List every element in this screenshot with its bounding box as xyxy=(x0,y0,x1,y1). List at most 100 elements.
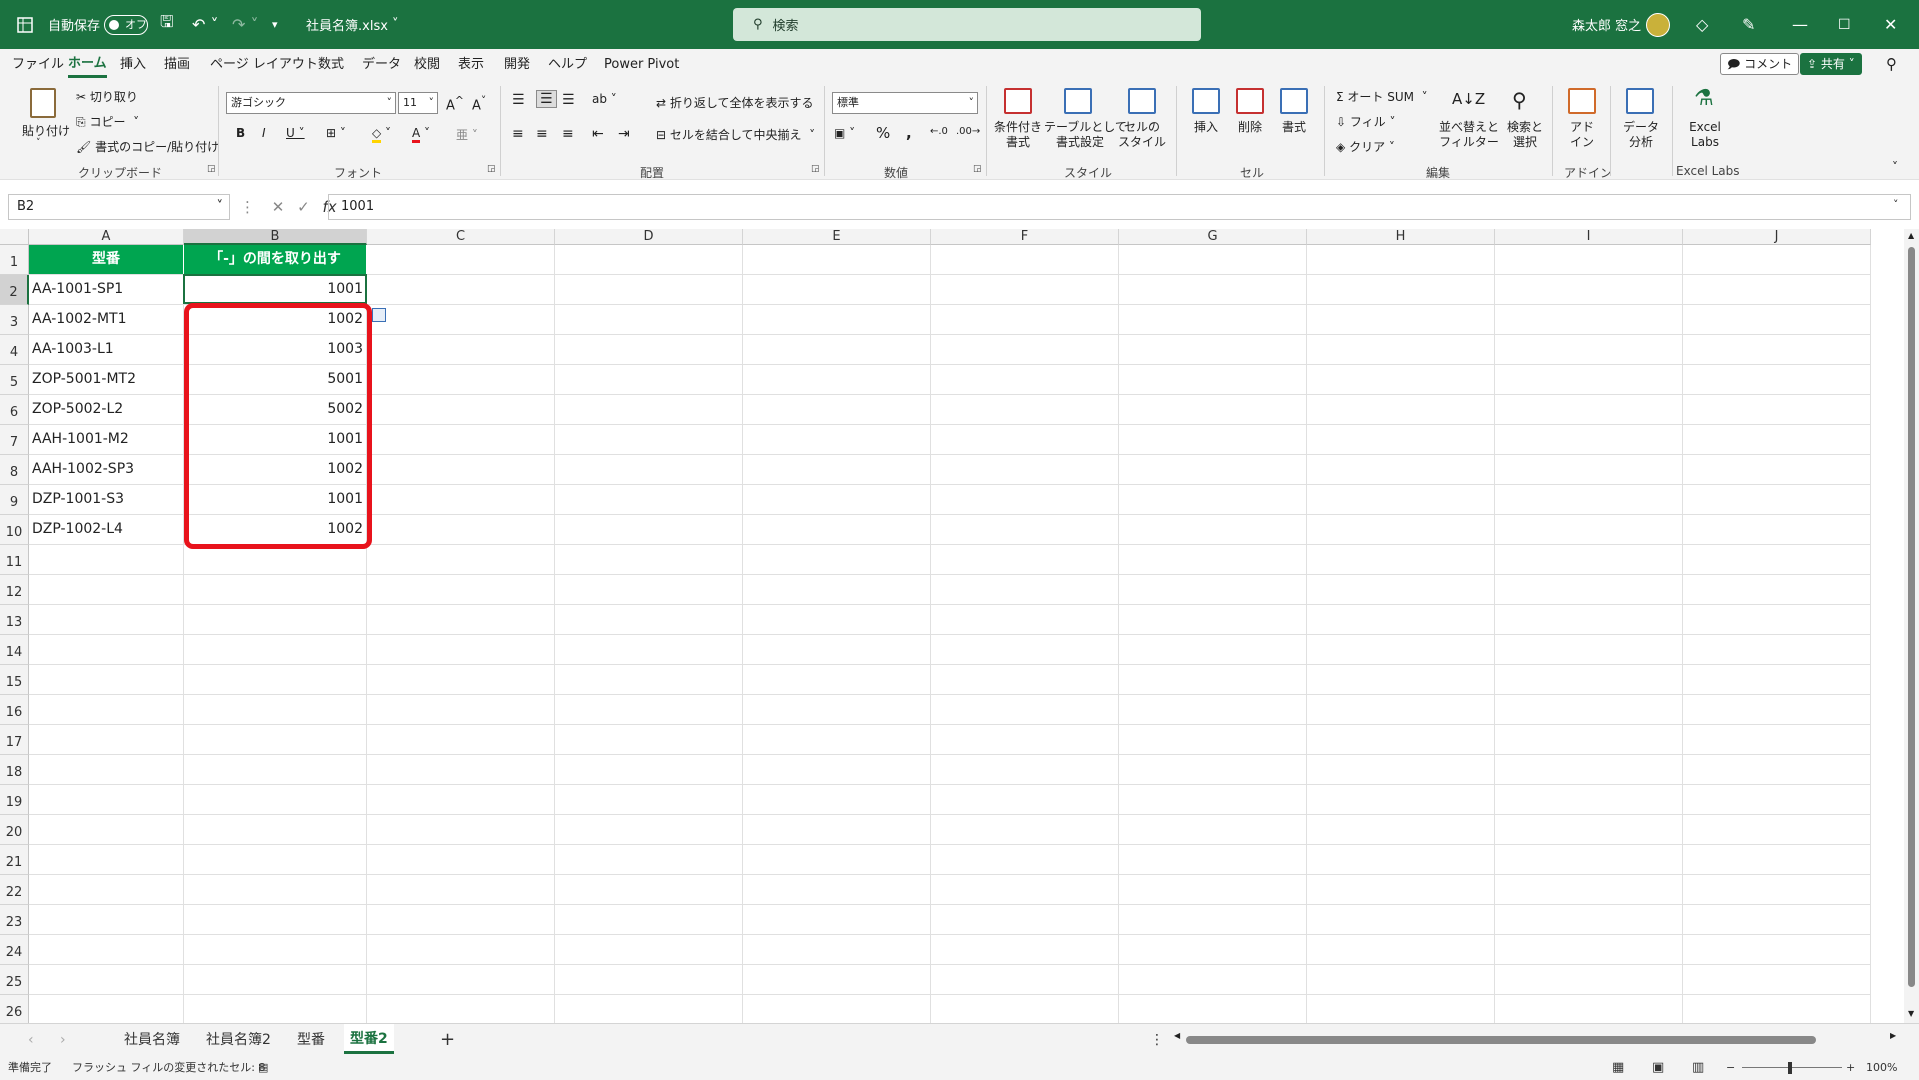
cell-f18[interactable] xyxy=(931,755,1119,785)
cell-a2[interactable]: AA-1001-SP1 xyxy=(29,275,184,305)
row-header-19[interactable]: 19 xyxy=(0,785,29,815)
row-header-6[interactable]: 6 xyxy=(0,395,29,425)
cell-f19[interactable] xyxy=(931,785,1119,815)
cell-a19[interactable] xyxy=(29,785,184,815)
vertical-scrollbar[interactable]: ▲ ▼ xyxy=(1904,229,1919,1023)
insert-cells-button[interactable]: 挿入 xyxy=(1182,120,1230,135)
cell-i18[interactable] xyxy=(1495,755,1683,785)
cell-d11[interactable] xyxy=(555,545,743,575)
cell-j9[interactable] xyxy=(1683,485,1871,515)
cell-h6[interactable] xyxy=(1307,395,1495,425)
scroll-right-icon[interactable]: ▶ xyxy=(1890,1031,1896,1040)
tab-home[interactable]: ホーム xyxy=(68,49,107,78)
cell-i17[interactable] xyxy=(1495,725,1683,755)
cell-e5[interactable] xyxy=(743,365,931,395)
horizontal-scroll-thumb[interactable] xyxy=(1186,1036,1816,1044)
cell-e25[interactable] xyxy=(743,965,931,995)
sort-filter-button[interactable]: 並べ替えと フィルター xyxy=(1436,120,1502,150)
cell-f24[interactable] xyxy=(931,935,1119,965)
comment-button[interactable]: 🗩 コメント xyxy=(1720,53,1800,75)
cell-b20[interactable] xyxy=(184,815,367,845)
tab-file[interactable]: ファイル xyxy=(12,49,64,80)
cell-j8[interactable] xyxy=(1683,455,1871,485)
normal-view-icon[interactable]: ▦ xyxy=(1612,1056,1624,1080)
cell-b16[interactable] xyxy=(184,695,367,725)
cell-j18[interactable] xyxy=(1683,755,1871,785)
cell-d24[interactable] xyxy=(555,935,743,965)
currency-icon[interactable]: ▣ ˅ xyxy=(834,126,855,140)
cell-h17[interactable] xyxy=(1307,725,1495,755)
cell-h21[interactable] xyxy=(1307,845,1495,875)
column-header-j[interactable]: J xyxy=(1683,229,1871,245)
row-header-5[interactable]: 5 xyxy=(0,365,29,395)
autosave-toggle[interactable]: オフ xyxy=(104,14,148,35)
cell-b14[interactable] xyxy=(184,635,367,665)
border-icon[interactable]: ⊞ ˅ xyxy=(326,126,346,140)
cell-h20[interactable] xyxy=(1307,815,1495,845)
cell-a8[interactable]: AAH-1002-SP3 xyxy=(29,455,184,485)
cell-f7[interactable] xyxy=(931,425,1119,455)
cell-h24[interactable] xyxy=(1307,935,1495,965)
cell-a17[interactable] xyxy=(29,725,184,755)
cell-e4[interactable] xyxy=(743,335,931,365)
name-box[interactable]: B2 ˅ xyxy=(8,194,230,220)
cell-e22[interactable] xyxy=(743,875,931,905)
row-header-14[interactable]: 14 xyxy=(0,635,29,665)
cell-h12[interactable] xyxy=(1307,575,1495,605)
cell-d1[interactable] xyxy=(555,245,743,275)
cell-i2[interactable] xyxy=(1495,275,1683,305)
confirm-icon[interactable]: ✓ xyxy=(297,198,310,216)
clear-button[interactable]: ◈ クリア ˅ xyxy=(1336,138,1395,155)
column-header-f[interactable]: F xyxy=(931,229,1119,245)
cell-j4[interactable] xyxy=(1683,335,1871,365)
tab-split-icon[interactable]: ⋮ xyxy=(1150,1024,1164,1056)
font-grow-icon[interactable]: A^ xyxy=(446,94,464,113)
cell-g3[interactable] xyxy=(1119,305,1307,335)
row-header-13[interactable]: 13 xyxy=(0,605,29,635)
format-painter-button[interactable]: 🖌 書式のコピー/貼り付け xyxy=(76,138,219,155)
cell-h25[interactable] xyxy=(1307,965,1495,995)
cell-e9[interactable] xyxy=(743,485,931,515)
cell-g20[interactable] xyxy=(1119,815,1307,845)
cell-b15[interactable] xyxy=(184,665,367,695)
cell-d18[interactable] xyxy=(555,755,743,785)
cell-h15[interactable] xyxy=(1307,665,1495,695)
avatar[interactable] xyxy=(1646,0,1670,49)
row-header-8[interactable]: 8 xyxy=(0,455,29,485)
cell-f22[interactable] xyxy=(931,875,1119,905)
cell-b17[interactable] xyxy=(184,725,367,755)
cell-d26[interactable] xyxy=(555,995,743,1023)
row-header-17[interactable]: 17 xyxy=(0,725,29,755)
cell-h18[interactable] xyxy=(1307,755,1495,785)
align-right-icon[interactable]: ≡ xyxy=(562,126,574,142)
cell-e10[interactable] xyxy=(743,515,931,545)
cell-c19[interactable] xyxy=(367,785,555,815)
zoom-slider[interactable] xyxy=(1742,1067,1842,1068)
row-header-1[interactable]: 1 xyxy=(0,245,29,275)
cell-f2[interactable] xyxy=(931,275,1119,305)
cell-h23[interactable] xyxy=(1307,905,1495,935)
cell-a20[interactable] xyxy=(29,815,184,845)
cell-a26[interactable] xyxy=(29,995,184,1023)
row-header-22[interactable]: 22 xyxy=(0,875,29,905)
cell-a10[interactable]: DZP-1002-L4 xyxy=(29,515,184,545)
row-header-15[interactable]: 15 xyxy=(0,665,29,695)
horizontal-scrollbar[interactable]: ◀ ▶ xyxy=(1174,1031,1896,1046)
cell-c8[interactable] xyxy=(367,455,555,485)
cancel-icon[interactable]: ✕ xyxy=(272,198,285,216)
cell-h2[interactable] xyxy=(1307,275,1495,305)
cell-e6[interactable] xyxy=(743,395,931,425)
cell-j23[interactable] xyxy=(1683,905,1871,935)
cell-c10[interactable] xyxy=(367,515,555,545)
cell-c11[interactable] xyxy=(367,545,555,575)
cell-d8[interactable] xyxy=(555,455,743,485)
cell-e8[interactable] xyxy=(743,455,931,485)
row-header-25[interactable]: 25 xyxy=(0,965,29,995)
row-header-10[interactable]: 10 xyxy=(0,515,29,545)
tab-developer[interactable]: 開発 xyxy=(504,49,530,80)
cell-d14[interactable] xyxy=(555,635,743,665)
pen-icon[interactable]: ✎ xyxy=(1742,0,1755,49)
cell-g8[interactable] xyxy=(1119,455,1307,485)
cell-e24[interactable] xyxy=(743,935,931,965)
cell-h14[interactable] xyxy=(1307,635,1495,665)
